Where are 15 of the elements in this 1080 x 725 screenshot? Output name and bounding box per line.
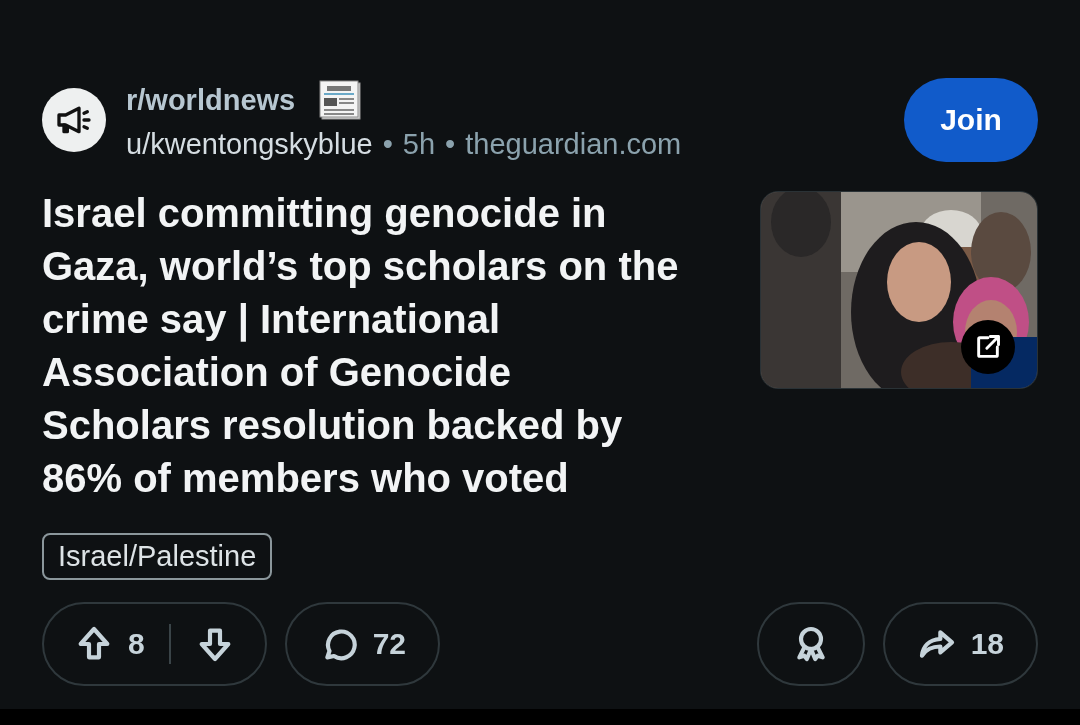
join-button[interactable]: Join [904,78,1038,162]
post-domain[interactable]: theguardian.com [465,127,682,161]
author-name[interactable]: u/kwentongskyblue [126,127,373,161]
award-button[interactable] [756,602,865,686]
external-link-icon [974,333,1002,361]
post-title[interactable]: Israel committing genocide in Gaza, world’s top scholars on the crime say | International Association of Genocide Scholars resolution backed by 86% of members who voted [42,187,682,505]
separator-dot: • [382,127,393,161]
separator-dot: • [445,127,456,161]
post-flair[interactable]: Israel/Palestine [42,533,273,580]
newspaper-icon [319,79,364,122]
subreddit-name[interactable]: r/worldnews [126,84,296,117]
vote-count: 8 [128,627,145,661]
post-age: 5h [402,127,436,161]
share-button[interactable]: 18 [882,602,1038,686]
comments-button[interactable]: 72 [284,602,441,686]
